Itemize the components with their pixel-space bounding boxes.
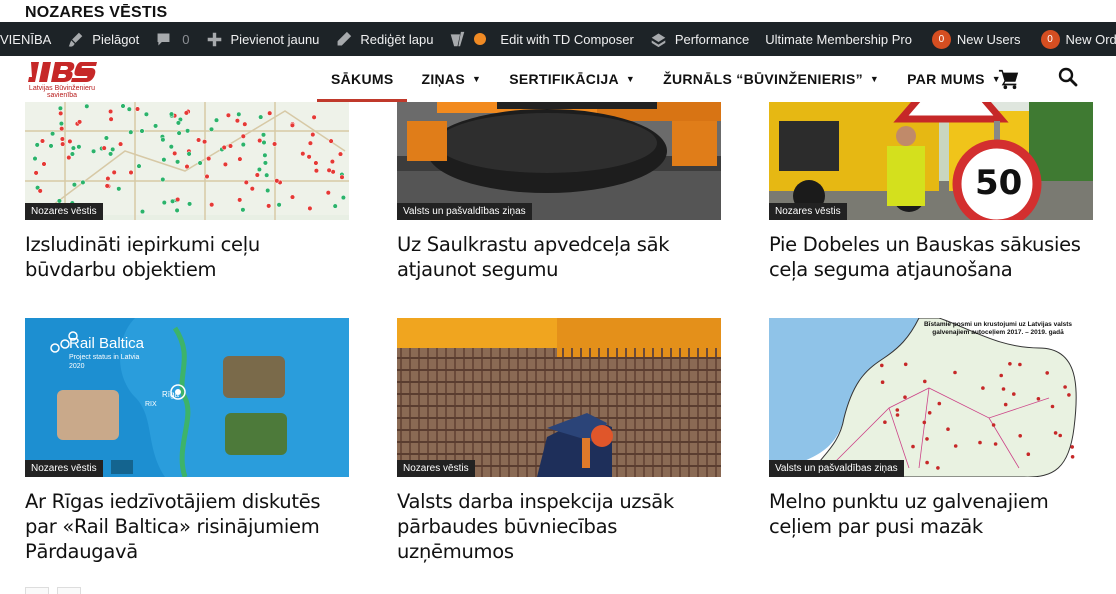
nav-item[interactable]: PAR MUMS ▼ (893, 56, 1015, 102)
new-users-label: New Users (956, 31, 1021, 47)
chevron-down-icon: ▼ (471, 74, 482, 84)
nav-item[interactable]: ŽURNĀLS “BŪVINŽENIERIS” ▼ (649, 56, 893, 102)
edit-page-label: Rediģēt lapu (360, 31, 434, 47)
article-thumbnail[interactable]: Nozares vēstis (397, 318, 721, 477)
article-card[interactable]: Bīstamie posmi un krustojumi uz Latvijas… (769, 318, 1093, 539)
nav-item-label: SERTIFIKĀCIJA (509, 71, 619, 87)
rail-baltica-heading: Rail Baltica (69, 335, 145, 352)
site-header: Latvijas Būvinženieru savienība SĀKUMS ZI… (0, 56, 1116, 102)
new-users-count: 0 (931, 29, 951, 49)
plus-icon (207, 32, 221, 46)
map-caption-line2: galvenajiem autoceļiem 2017. – 2019. gad… (932, 329, 1064, 336)
pagination-next-button[interactable] (57, 587, 81, 594)
adminbar-edit-page[interactable]: Rediģēt lapu (327, 22, 441, 56)
article-title[interactable]: Pie Dobeles un Bauskas sākusies ceļa seg… (769, 232, 1093, 282)
category-badge[interactable]: Nozares vēstis (397, 460, 475, 477)
article-card[interactable]: Rail Baltica Project status in Latvia 20… (25, 318, 349, 564)
yoast-icon (451, 31, 465, 46)
rail-baltica-sub1: Project status in Latvia (69, 354, 140, 361)
adminbar-new-orders[interactable]: 0 New Orde (1033, 22, 1116, 56)
pencil-icon (337, 31, 352, 45)
nav-item-label: SĀKUMS (331, 71, 394, 87)
nav-item-label: PAR MUMS (907, 71, 985, 87)
new-label: Pievienot jaunu (230, 31, 320, 47)
comments-count: 0 (182, 31, 190, 47)
adminbar-new[interactable]: Pievienot jaunu (198, 22, 328, 56)
search-icon[interactable] (1058, 67, 1078, 87)
new-orders-count: 0 (1040, 29, 1060, 49)
article-title[interactable]: Melno punktu uz galvenajiem ceļiem par p… (769, 489, 1093, 539)
ump-label: Ultimate Membership Pro (765, 31, 912, 47)
wp-admin-bar: VIENĪBA Pielāgot 0 Pievienot jaunu Rediģ… (0, 22, 1116, 56)
article-title[interactable]: Uz Saulkrastu apvedceļa sāk atjaunot seg… (397, 232, 721, 282)
main-nav: SĀKUMS ZIŅAS ▼ SERTIFIKĀCIJA ▼ ŽURNĀLS “BŪVIN… (317, 56, 1015, 102)
rail-city-label: Rīga (162, 390, 179, 399)
speed-limit-value: 50 (975, 163, 1023, 203)
adminbar-comments[interactable]: 0 (147, 22, 197, 56)
latvia-map-image (769, 318, 1093, 477)
nav-item[interactable]: SERTIFIKĀCIJA ▼ (495, 56, 649, 102)
rail-airport-label: RIX (145, 401, 157, 408)
chevron-down-icon: ▼ (625, 74, 636, 84)
seo-status-dot (474, 33, 487, 45)
nav-item[interactable]: ZIŅAS ▼ (407, 56, 495, 102)
article-title[interactable]: Izsludināti iepirkumi ceļu būvdarbu obje… (25, 232, 349, 282)
adminbar-customize[interactable]: Pielāgot (59, 22, 147, 56)
cart-icon[interactable] (998, 68, 1020, 90)
rail-baltica-sub2: 2020 (69, 363, 85, 370)
nav-item[interactable]: SĀKUMS (317, 56, 408, 102)
category-badge[interactable]: Nozares vēstis (25, 203, 103, 220)
construction-worker-image (397, 318, 721, 477)
adminbar-performance[interactable]: Performance (642, 22, 757, 56)
article-title[interactable]: Valsts darba inspekcija uzsāk pārbaudes … (397, 489, 721, 564)
adminbar-ump[interactable]: Ultimate Membership Pro (757, 22, 920, 56)
adminbar-new-users[interactable]: 0 New Users (924, 22, 1029, 56)
performance-label: Performance (674, 31, 750, 47)
logo-subtitle: Latvijas Būvinženieru savienība (28, 85, 96, 99)
category-badge[interactable]: Valsts un pašvaldības ziņas (769, 460, 904, 477)
map-caption-line1: Bīstamie posmi un krustojumi uz Latvijas… (923, 321, 1073, 328)
customize-label: Pielāgot (92, 31, 140, 47)
section-heading: NOZARES VĒSTIS (25, 4, 168, 21)
performance-icon (651, 33, 666, 47)
adminbar-yoast[interactable]: Edit with TD Composer (441, 22, 641, 56)
td-composer-label: Edit with TD Composer (500, 31, 634, 47)
category-badge[interactable]: Nozares vēstis (769, 203, 847, 220)
article-thumbnail[interactable]: Rail Baltica Project status in Latvia 20… (25, 318, 349, 477)
comment-icon (157, 33, 170, 45)
adminbar-site-name[interactable]: VIENĪBA (0, 22, 59, 56)
map-caption: Bīstamie posmi un krustojumi uz Latvijas… (905, 321, 1091, 337)
nav-item-label: ŽURNĀLS “BŪVINŽENIERIS” (663, 71, 863, 87)
category-badge[interactable]: Nozares vēstis (25, 460, 103, 477)
site-name-label: VIENĪBA (0, 31, 52, 47)
new-orders-label: New Orde (1065, 31, 1116, 47)
pagination-prev-button[interactable] (25, 587, 49, 594)
chevron-down-icon: ▼ (869, 74, 880, 84)
category-badge[interactable]: Valsts un pašvaldības ziņas (397, 203, 532, 220)
nav-item-label: ZIŅAS (421, 71, 465, 87)
page: { "section_label": "NOZARES VĒSTIS", "ad… (0, 0, 1116, 594)
article-thumbnail[interactable]: Bīstamie posmi un krustojumi uz Latvijas… (769, 318, 1093, 477)
article-card[interactable]: Nozares vēstis Valsts darba inspekcija u… (397, 318, 721, 564)
article-title[interactable]: Ar Rīgas iedzīvotājiem diskutēs par «Rai… (25, 489, 349, 564)
brush-icon (68, 32, 83, 47)
